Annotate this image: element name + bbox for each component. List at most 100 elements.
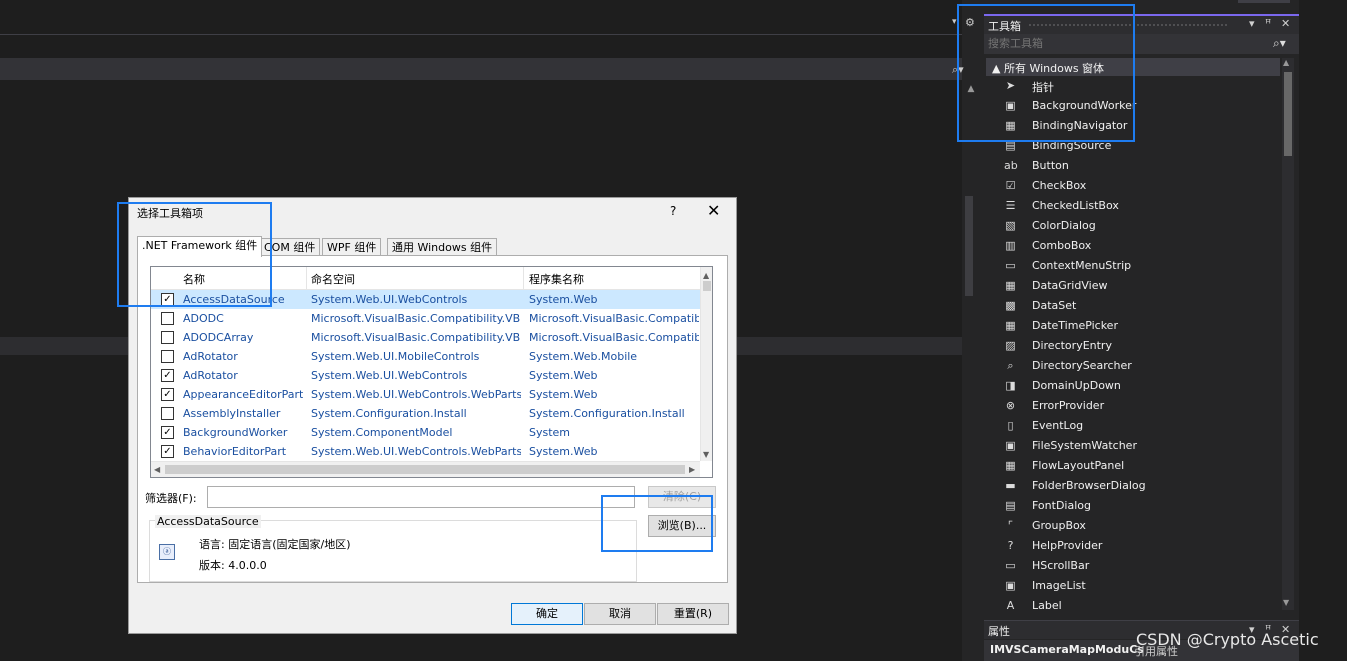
cell-name: AdRotator xyxy=(183,350,238,363)
directory-entry-icon: ▨ xyxy=(1005,339,1016,352)
toolbox-scrollbar[interactable]: ▲ ▼ xyxy=(1282,58,1294,610)
scroll-left-arrow-icon[interactable]: ◀ xyxy=(154,465,160,474)
context-menu-strip-icon: ▭ xyxy=(1005,259,1016,272)
cell-namespace: System.Web.UI.WebControls xyxy=(311,293,468,306)
row-checkbox[interactable]: ✓ xyxy=(161,369,174,382)
properties-title: 属性 xyxy=(988,625,1010,638)
table-row[interactable]: ✓ AdRotator System.Web.UI.WebControls Syste… xyxy=(151,366,700,385)
row-checkbox[interactable] xyxy=(161,312,174,325)
table-row[interactable]: ✓ BehaviorEditorPart System.Web.UI.WebCont… xyxy=(151,442,700,461)
toolbox-scrollbar-thumb[interactable] xyxy=(1284,72,1292,156)
table-row[interactable]: ✓ AppearanceEditorPart System.Web.UI.WebCo… xyxy=(151,385,700,404)
component-icon: ⓐ xyxy=(159,544,175,560)
toolbox-item-label: DataSet xyxy=(1032,299,1077,312)
toolbox-item-label: DirectoryEntry xyxy=(1032,339,1112,352)
toolbox-item-label: FlowLayoutPanel xyxy=(1032,459,1125,472)
row-checkbox[interactable]: ✓ xyxy=(161,426,174,439)
cell-assembly: Microsoft.VisualBasic.Compatibi xyxy=(529,331,699,344)
toolbox-item[interactable]: ◨ DomainUpDown xyxy=(984,376,1280,396)
cancel-button[interactable]: 取消 xyxy=(584,603,656,625)
chevron-down-icon[interactable]: ▾ xyxy=(952,17,957,27)
toolbox-item-label: HelpProvider xyxy=(1032,539,1103,552)
toolbox-item[interactable]: ⌕ DirectorySearcher xyxy=(984,356,1280,376)
toolbox-item-label: FontDialog xyxy=(1032,499,1091,512)
toolbox-item[interactable]: ▣ FileSystemWatcher xyxy=(984,436,1280,456)
table-row[interactable]: ✓ BackgroundWorker System.ComponentModel Sy… xyxy=(151,423,700,442)
toolbox-item-label: HScrollBar xyxy=(1032,559,1090,572)
editor-scrollbar-thumb[interactable] xyxy=(965,196,973,296)
tab-universal-windows[interactable]: 通用 Windows 组件 xyxy=(387,238,498,256)
window-top-edge xyxy=(1238,0,1290,3)
table-row[interactable]: AssemblyInstaller System.Configuration.In… xyxy=(151,404,700,423)
row-checkbox[interactable] xyxy=(161,407,174,420)
toolbox-item-label: EventLog xyxy=(1032,419,1084,432)
toolbox-item[interactable]: A Label xyxy=(984,596,1280,616)
toolbox-item[interactable]: ▧ ColorDialog xyxy=(984,216,1280,236)
toolbox-item[interactable]: ▦ FlowLayoutPanel xyxy=(984,456,1280,476)
column-separator[interactable] xyxy=(523,267,524,289)
toolbox-item[interactable]: ▥ ComboBox xyxy=(984,236,1280,256)
row-checkbox[interactable]: ✓ xyxy=(161,445,174,458)
toolbox-item-label: DomainUpDown xyxy=(1032,379,1121,392)
help-icon[interactable]: ? xyxy=(670,204,676,218)
scroll-right-arrow-icon[interactable]: ▶ xyxy=(689,465,695,474)
toolbox-item[interactable]: ⌜ GroupBox xyxy=(984,516,1280,536)
toolbox-item[interactable]: ▭ HScrollBar xyxy=(984,556,1280,576)
list-vertical-scrollbar[interactable]: ▲ ▼ xyxy=(700,267,712,461)
scroll-up-arrow-icon[interactable]: ▲ xyxy=(1283,58,1289,67)
toolbox-item[interactable]: ▦ DateTimePicker xyxy=(984,316,1280,336)
close-icon[interactable]: ✕ xyxy=(707,201,720,220)
toolbox-item[interactable]: ☰ CheckedListBox xyxy=(984,196,1280,216)
list-hscroll-thumb[interactable] xyxy=(165,465,685,474)
column-separator[interactable] xyxy=(306,267,307,289)
pin-icon[interactable]: ꟸ xyxy=(1265,17,1271,30)
component-info-title: AccessDataSource xyxy=(155,515,261,528)
toolbox-item-label: Button xyxy=(1032,159,1069,172)
row-checkbox[interactable] xyxy=(161,331,174,344)
toolbox-item[interactable]: ▬ FolderBrowserDialog xyxy=(984,476,1280,496)
toolbox-item[interactable]: ▩ DataSet xyxy=(984,296,1280,316)
cell-assembly: System.Web xyxy=(529,445,598,458)
table-row[interactable]: ADODC Microsoft.VisualBasic.Compatibility… xyxy=(151,309,700,328)
editor-divider xyxy=(0,34,962,35)
toolbox-item[interactable]: ▦ DataGridView xyxy=(984,276,1280,296)
toolbox-item[interactable]: ? HelpProvider xyxy=(984,536,1280,556)
row-checkbox[interactable] xyxy=(161,350,174,363)
toolbox-item[interactable]: ▯ EventLog xyxy=(984,416,1280,436)
tab-net-framework[interactable]: .NET Framework 组件 xyxy=(137,236,263,257)
table-row[interactable]: AdRotator System.Web.UI.MobileControls Sys… xyxy=(151,347,700,366)
column-header-assembly[interactable]: 程序集名称 xyxy=(529,271,584,287)
toolbox-item[interactable]: ☑ CheckBox xyxy=(984,176,1280,196)
scroll-down-arrow-icon[interactable]: ▼ xyxy=(1283,598,1289,607)
toolbox-item[interactable]: ▣ ImageList xyxy=(984,576,1280,596)
cell-namespace: System.Web.UI.MobileControls xyxy=(311,350,480,363)
list-vscroll-thumb[interactable] xyxy=(703,281,711,291)
folder-browser-dialog-icon: ▬ xyxy=(1005,479,1016,492)
toolbox-item[interactable]: ab Button xyxy=(984,156,1280,176)
toolbox-item[interactable]: ▤ FontDialog xyxy=(984,496,1280,516)
table-row[interactable]: ADODCArray Microsoft.VisualBasic.Compatib… xyxy=(151,328,700,347)
chevron-down-icon[interactable]: ▾ xyxy=(1249,17,1255,30)
toolbox-item-label: ComboBox xyxy=(1032,239,1092,252)
cell-name: AdRotator xyxy=(183,369,238,382)
filter-input[interactable] xyxy=(207,486,635,508)
search-icon[interactable]: ⌕▾ xyxy=(1273,36,1286,51)
toolbox-item[interactable]: ⊗ ErrorProvider xyxy=(984,396,1280,416)
datetimepicker-icon: ▦ xyxy=(1005,319,1016,332)
list-horizontal-scrollbar[interactable]: ◀ ▶ xyxy=(151,461,700,477)
font-dialog-icon: ▤ xyxy=(1005,499,1016,512)
domain-updown-icon: ◨ xyxy=(1005,379,1016,392)
row-checkbox[interactable]: ✓ xyxy=(161,388,174,401)
toolbox-item-label: ImageList xyxy=(1032,579,1086,592)
label-icon: A xyxy=(1006,599,1015,612)
close-icon[interactable]: ✕ xyxy=(1281,17,1290,30)
column-header-namespace[interactable]: 命名空间 xyxy=(311,271,355,287)
reset-button[interactable]: 重置(R) xyxy=(657,603,729,625)
toolbox-item-label: DirectorySearcher xyxy=(1032,359,1132,372)
toolbox-item[interactable]: ▭ ContextMenuStrip xyxy=(984,256,1280,276)
toolbox-item[interactable]: ▨ DirectoryEntry xyxy=(984,336,1280,356)
tab-wpf[interactable]: WPF 组件 xyxy=(322,238,382,256)
scroll-up-arrow-icon[interactable]: ▲ xyxy=(703,271,709,280)
ok-button[interactable]: 确定 xyxy=(511,603,583,625)
scroll-down-arrow-icon[interactable]: ▼ xyxy=(703,450,709,459)
